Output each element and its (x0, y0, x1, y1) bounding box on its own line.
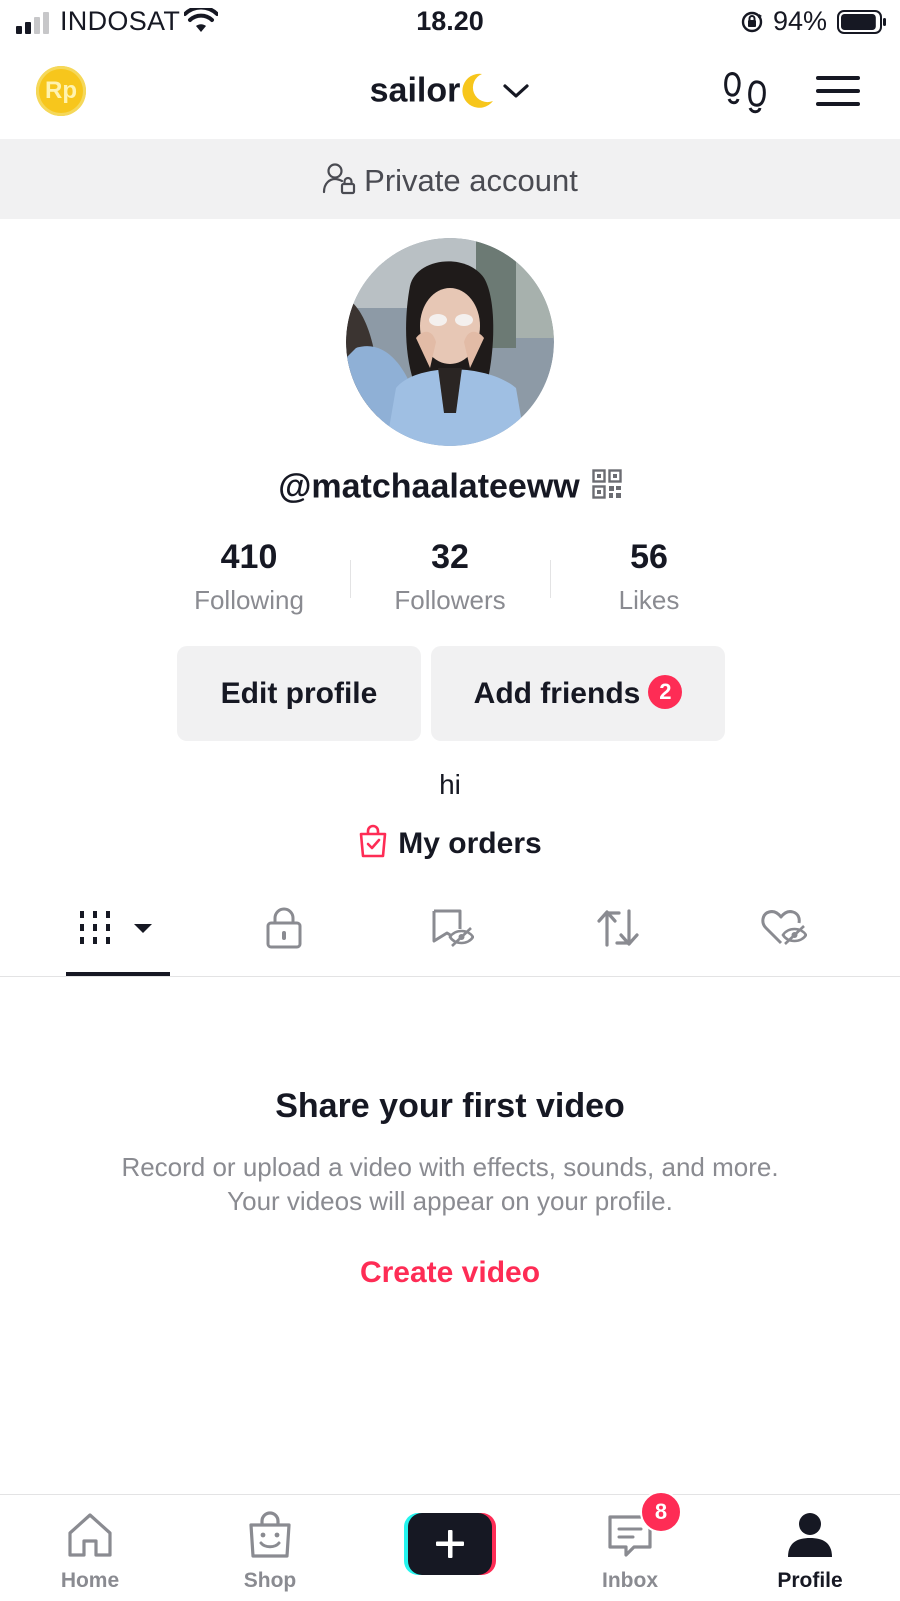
chevron-down-icon (503, 84, 529, 98)
stat-following[interactable]: 410 Following (149, 538, 349, 616)
my-orders-link[interactable]: My orders (0, 824, 900, 861)
content-tabs (0, 880, 900, 977)
stat-followers[interactable]: 32 Followers (350, 538, 550, 616)
nav-profile-label: Profile (777, 1569, 843, 1592)
tab-reposts[interactable] (558, 880, 678, 976)
nav-home-label: Home (60, 1569, 120, 1592)
private-account-banner: Private account (0, 139, 900, 219)
nav-shop[interactable]: Shop (210, 1495, 330, 1601)
nav-home[interactable]: Home (30, 1495, 150, 1601)
notification-badge: 2 (648, 675, 683, 710)
shopping-bag-icon (359, 824, 387, 858)
empty-state-title: Share your first video (275, 1087, 625, 1125)
stat-value: 56 (630, 538, 668, 576)
clock: 18.20 (416, 6, 484, 36)
handle-text: @matchaalateeww (278, 467, 580, 506)
tab-private[interactable] (224, 880, 344, 976)
menu-icon[interactable] (816, 74, 860, 108)
battery-icon (837, 10, 886, 34)
empty-state-line-2: Your videos will appear on your profile. (227, 1186, 673, 1216)
private-user-icon (323, 163, 356, 194)
account-username: sailor (369, 71, 461, 110)
edit-profile-button[interactable]: Edit profile (177, 646, 421, 741)
bio-text: hi (439, 769, 461, 800)
bookmark-hidden-icon (432, 909, 474, 947)
nav-profile[interactable]: Profile (750, 1495, 870, 1601)
repost-icon (597, 909, 639, 947)
profile-handle: @matchaalateeww (0, 466, 900, 507)
inbox-badge: 8 (640, 1491, 682, 1533)
bottom-navigation: Home Shop Inbox 8 Profile (0, 1491, 900, 1601)
battery-percent: 94% (773, 6, 828, 36)
profile-person-icon (788, 1513, 832, 1557)
tab-videos[interactable] (58, 880, 178, 976)
orientation-lock-icon (741, 11, 763, 33)
tab-liked[interactable] (724, 880, 844, 976)
stat-value: 32 (431, 538, 469, 576)
stat-label: Likes (618, 585, 680, 615)
stat-value: 410 (220, 538, 278, 576)
create-plus-button[interactable] (404, 1513, 496, 1575)
add-friends-button[interactable]: Add friends 2 (431, 646, 725, 741)
private-account-text: Private account (364, 162, 578, 198)
my-orders-label: My orders (398, 827, 542, 861)
create-video-link[interactable]: Create video (0, 1256, 900, 1290)
grid-icon (80, 911, 152, 944)
nav-shop-label: Shop (243, 1569, 297, 1592)
tab-saved[interactable] (392, 880, 512, 976)
qr-code-icon[interactable] (592, 469, 622, 499)
lock-icon (266, 907, 302, 949)
footprints-icon[interactable] (722, 68, 768, 114)
crescent-moon-icon (462, 73, 494, 108)
empty-state-line-1: Record or upload a video with effects, s… (121, 1152, 779, 1182)
avatar[interactable] (346, 238, 554, 446)
shop-bag-icon (249, 1511, 291, 1558)
active-tab-indicator (66, 972, 170, 976)
empty-state-description: Record or upload a video with effects, s… (60, 1150, 840, 1218)
stat-label: Followers (394, 585, 506, 615)
stat-likes[interactable]: 56 Likes (549, 538, 749, 616)
home-icon (68, 1513, 112, 1557)
heart-hidden-icon (761, 910, 807, 945)
stat-label: Following (194, 585, 304, 615)
nav-inbox-label: Inbox (602, 1569, 658, 1592)
add-friends-label: Add friends (473, 677, 641, 710)
status-bar: INDOSAT 18.20 94% (0, 0, 900, 46)
